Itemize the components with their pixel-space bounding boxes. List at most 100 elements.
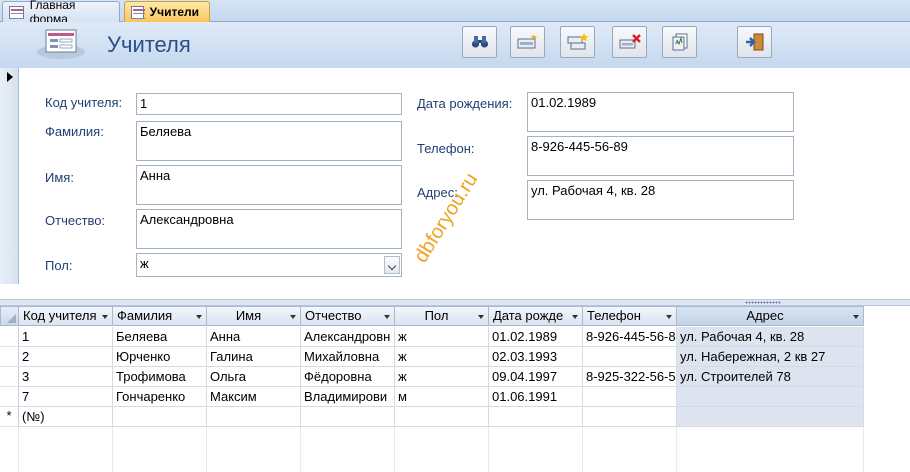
table-cell-address[interactable] — [677, 387, 864, 407]
sort-filter-dropdown-icon[interactable] — [666, 315, 672, 319]
last-name-label: Фамилия: — [45, 124, 104, 139]
sort-filter-dropdown-icon[interactable] — [290, 315, 296, 319]
new-record-selector[interactable]: * — [0, 407, 19, 427]
empty-grid-area — [0, 427, 19, 472]
sort-filter-dropdown-icon[interactable] — [478, 315, 484, 319]
record-selector[interactable] — [0, 68, 19, 284]
table-cell-gender[interactable]: м — [395, 387, 489, 407]
table-cell-birth-date[interactable]: 01.06.1991 — [489, 387, 583, 407]
birth-date-field[interactable]: 01.02.1989 — [527, 92, 794, 132]
table-cell-birth-date[interactable]: 01.02.1989 — [489, 327, 583, 347]
patronymic-field[interactable]: Александровна — [136, 209, 402, 249]
gender-value: ж — [140, 256, 149, 271]
table-cell-address[interactable]: ул. Набережная, 2 кв 27 — [677, 347, 864, 367]
last-name-field[interactable]: Беляева — [136, 121, 402, 161]
splitter-grip-icon[interactable] — [745, 301, 781, 304]
first-name-field[interactable]: Анна — [136, 165, 402, 205]
form-splitter[interactable] — [0, 299, 910, 306]
table-cell-teacher-id[interactable]: 2 — [19, 347, 113, 367]
column-header-first-name[interactable]: Имя — [207, 306, 301, 326]
teacher-id-label: Код учителя: — [45, 95, 123, 110]
document-tab-strip: Главная форма Учители — [0, 0, 910, 26]
table-cell-address[interactable]: ул. Строителей 78 — [677, 367, 864, 387]
table-cell-last-name[interactable]: Трофимова — [113, 367, 207, 387]
column-header-label: Код учителя — [23, 308, 97, 323]
column-header-patronymic[interactable]: Отчество — [301, 306, 395, 326]
table-cell-patronymic[interactable]: Александровн — [301, 327, 395, 347]
empty-grid-area — [489, 427, 583, 472]
new-record-id-cell[interactable]: (№) — [19, 407, 113, 427]
new-record-cell[interactable] — [677, 407, 864, 427]
column-header-label: Отчество — [305, 308, 362, 323]
table-cell-patronymic[interactable]: Владимирови — [301, 387, 395, 407]
column-header-birth-date[interactable]: Дата рожде — [489, 306, 583, 326]
table-cell-teacher-id[interactable]: 3 — [19, 367, 113, 387]
empty-grid-area — [207, 427, 301, 472]
column-header-label: Дата рожде — [493, 308, 564, 323]
edit-record-button[interactable] — [510, 26, 545, 58]
table-cell-last-name[interactable]: Юрченко — [113, 347, 207, 367]
table-cell-phone[interactable]: 8-925-322-56-5 — [583, 367, 677, 387]
tab-teachers[interactable]: Учители — [124, 1, 210, 22]
sort-filter-dropdown-icon[interactable] — [384, 315, 390, 319]
table-cell-patronymic[interactable]: Фёдоровна — [301, 367, 395, 387]
row-selector[interactable] — [0, 367, 19, 387]
row-selector[interactable] — [0, 387, 19, 407]
new-record-cell[interactable] — [583, 407, 677, 427]
new-record-cell[interactable] — [207, 407, 301, 427]
table-cell-last-name[interactable]: Беляева — [113, 327, 207, 347]
empty-grid-area — [113, 427, 207, 472]
delete-record-button[interactable] — [612, 26, 647, 58]
find-button[interactable] — [462, 26, 497, 58]
table-cell-address[interactable]: ул. Рабочая 4, кв. 28 — [677, 327, 864, 347]
new-record-cell[interactable] — [395, 407, 489, 427]
table-cell-first-name[interactable]: Ольга — [207, 367, 301, 387]
row-selector[interactable] — [0, 327, 19, 347]
sort-filter-dropdown-icon[interactable] — [102, 315, 108, 319]
empty-grid-area — [19, 427, 113, 472]
close-form-button[interactable] — [737, 26, 772, 58]
sort-filter-dropdown-icon[interactable] — [853, 315, 859, 319]
save-record-button[interactable] — [662, 26, 697, 58]
table-cell-gender[interactable]: ж — [395, 347, 489, 367]
first-name-label: Имя: — [45, 170, 74, 185]
table-cell-first-name[interactable]: Галина — [207, 347, 301, 367]
gender-combo[interactable]: ж — [136, 253, 402, 277]
chevron-down-icon[interactable] — [384, 256, 400, 274]
table-cell-patronymic[interactable]: Михайловна — [301, 347, 395, 367]
select-all-corner[interactable] — [0, 306, 19, 326]
column-header-address[interactable]: Адрес — [677, 306, 864, 326]
table-cell-birth-date[interactable]: 02.03.1993 — [489, 347, 583, 367]
table-cell-last-name[interactable]: Гончаренко — [113, 387, 207, 407]
table-cell-phone[interactable] — [583, 347, 677, 367]
binoculars-icon — [471, 36, 488, 48]
table-cell-teacher-id[interactable]: 7 — [19, 387, 113, 407]
column-header-teacher-id[interactable]: Код учителя — [19, 306, 113, 326]
new-record-cell[interactable] — [301, 407, 395, 427]
tab-main-form[interactable]: Главная форма — [2, 0, 120, 26]
new-record-cell[interactable] — [113, 407, 207, 427]
row-selector[interactable] — [0, 347, 19, 367]
table-cell-teacher-id[interactable]: 1 — [19, 327, 113, 347]
column-header-phone[interactable]: Телефон — [583, 306, 677, 326]
column-header-gender[interactable]: Пол — [395, 306, 489, 326]
table-cell-first-name[interactable]: Максим — [207, 387, 301, 407]
column-header-last-name[interactable]: Фамилия — [113, 306, 207, 326]
address-field[interactable]: ул. Рабочая 4, кв. 28 — [527, 180, 794, 220]
sort-filter-dropdown-icon[interactable] — [572, 315, 578, 319]
table-cell-birth-date[interactable]: 09.04.1997 — [489, 367, 583, 387]
gender-label: Пол: — [45, 258, 73, 273]
sort-filter-dropdown-icon[interactable] — [196, 315, 202, 319]
patronymic-label: Отчество: — [45, 213, 106, 228]
table-cell-first-name[interactable]: Анна — [207, 327, 301, 347]
table-cell-phone[interactable]: 8-926-445-56-8 — [583, 327, 677, 347]
table-cell-gender[interactable]: ж — [395, 327, 489, 347]
new-record-button[interactable] — [560, 26, 595, 58]
table-cell-gender[interactable]: ж — [395, 367, 489, 387]
form-logo-icon — [37, 29, 85, 59]
phone-field[interactable]: 8-926-445-56-89 — [527, 136, 794, 176]
form-header: Учителя — [0, 22, 910, 68]
new-record-cell[interactable] — [489, 407, 583, 427]
table-cell-phone[interactable] — [583, 387, 677, 407]
teacher-id-field[interactable]: 1 — [136, 93, 402, 115]
